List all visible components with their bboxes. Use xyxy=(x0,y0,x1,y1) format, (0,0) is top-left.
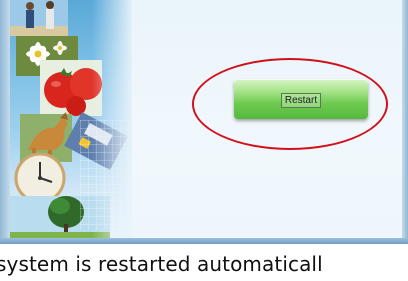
clock-photo xyxy=(14,152,66,204)
caption-text: system is restarted automaticall xyxy=(0,252,323,276)
restart-button[interactable]: Restart xyxy=(234,79,368,119)
window-border-right xyxy=(402,0,408,244)
collage-illustration xyxy=(10,0,128,238)
tree-photo xyxy=(10,196,110,238)
window-content: Restart xyxy=(10,0,402,238)
window-border-left xyxy=(0,0,10,244)
grid-decoration xyxy=(80,120,132,230)
machine-photo xyxy=(64,112,128,170)
window-border-bottom xyxy=(0,238,408,244)
photo-collage xyxy=(10,0,132,238)
installer-window: Restart xyxy=(0,0,408,244)
restart-button-label: Restart xyxy=(280,92,322,108)
tomato-photo xyxy=(40,60,102,116)
people-photo xyxy=(10,0,68,36)
